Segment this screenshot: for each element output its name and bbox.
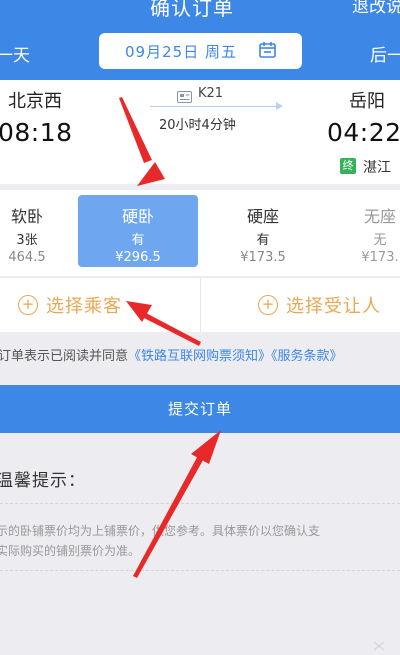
seat-option-soft-sleeper[interactable]: 软卧 3张 464.5 — [0, 195, 60, 267]
seat-availability: 3张 — [16, 233, 38, 248]
seat-availability: 无 — [373, 233, 387, 248]
page-title: 确认订单 — [150, 0, 234, 20]
departure-station: 北京西 — [8, 91, 62, 112]
seat-name: 软卧 — [10, 207, 43, 226]
terms-of-service-link[interactable]: 《服务条款》 — [271, 349, 343, 364]
refund-rules-link[interactable]: 退改说 — [352, 0, 400, 17]
submit-order-button[interactable]: 提交订单 — [0, 385, 400, 433]
annotation-arrow — [133, 450, 207, 578]
seat-type-row: 软卧 3张 464.5 硬卧 有 ¥296.5 硬座 有 ¥173.5 无座 无… — [0, 190, 400, 276]
train-number: K21 — [198, 86, 224, 101]
seat-price: ¥173.5 — [240, 250, 286, 265]
divider — [0, 570, 400, 571]
date-selector[interactable]: 09月25日 周五 — [99, 33, 302, 69]
select-passenger-button[interactable]: + 选择乘客 — [18, 278, 122, 332]
terminal-badge: 终 — [340, 158, 356, 174]
tips-line-2: 实际购买的铺别票价为准。 — [0, 544, 141, 558]
arrival-station: 岳阳 — [349, 91, 385, 112]
seat-name: 无座 — [363, 207, 396, 226]
departure-time: 08:18 — [0, 118, 73, 147]
arrival-time: 04:22 — [327, 118, 400, 147]
plus-icon: + — [258, 295, 278, 315]
divider — [200, 278, 201, 332]
tips-line-1: 示的卧铺票价均为上铺票价，供您参考。具体票价以您确认支 — [0, 524, 321, 538]
seat-availability: 有 — [256, 233, 270, 248]
select-recipient-button[interactable]: + 选择受让人 — [258, 278, 381, 332]
seat-option-hard-seat[interactable]: 硬座 有 ¥173.5 — [220, 195, 306, 267]
tips-title: 温馨提示： — [0, 471, 86, 491]
date-text: 09月25日 周五 — [125, 42, 237, 61]
purchase-notice-link[interactable]: 《铁路互联网购票须知》 — [128, 349, 271, 364]
terminal-station: 湛江 — [363, 160, 391, 176]
calendar-icon — [259, 41, 276, 62]
route-arrow — [150, 106, 278, 107]
next-day-button[interactable]: 后一 — [370, 41, 400, 66]
seat-availability: 有 — [131, 233, 145, 248]
plus-icon: + — [18, 295, 38, 315]
select-recipient-label: 选择受让人 — [286, 296, 381, 317]
divider — [0, 503, 400, 504]
annotation-arrow — [191, 430, 221, 464]
seat-price: ¥296.5 — [115, 250, 161, 265]
train-ticket-icon — [177, 88, 192, 107]
seat-price: 464.5 — [8, 250, 46, 265]
travel-duration: 20小时4分钟 — [159, 118, 236, 133]
previous-day-button[interactable]: 一天 — [0, 41, 30, 66]
seat-option-no-seat[interactable]: 无座 无 ¥173. — [350, 195, 400, 267]
route-arrow-head — [276, 102, 283, 110]
agreement-prefix: 订单表示已阅读并同意 — [0, 349, 129, 364]
agreement-text: 订单表示已阅读并同意《铁路互联网购票须知》《服务条款》 — [0, 345, 343, 364]
seat-option-hard-sleeper[interactable]: 硬卧 有 ¥296.5 — [78, 195, 198, 267]
seat-price: ¥173. — [361, 250, 399, 265]
seat-name: 硬座 — [246, 207, 279, 226]
seat-name: 硬卧 — [121, 207, 154, 226]
select-passenger-label: 选择乘客 — [46, 296, 122, 317]
